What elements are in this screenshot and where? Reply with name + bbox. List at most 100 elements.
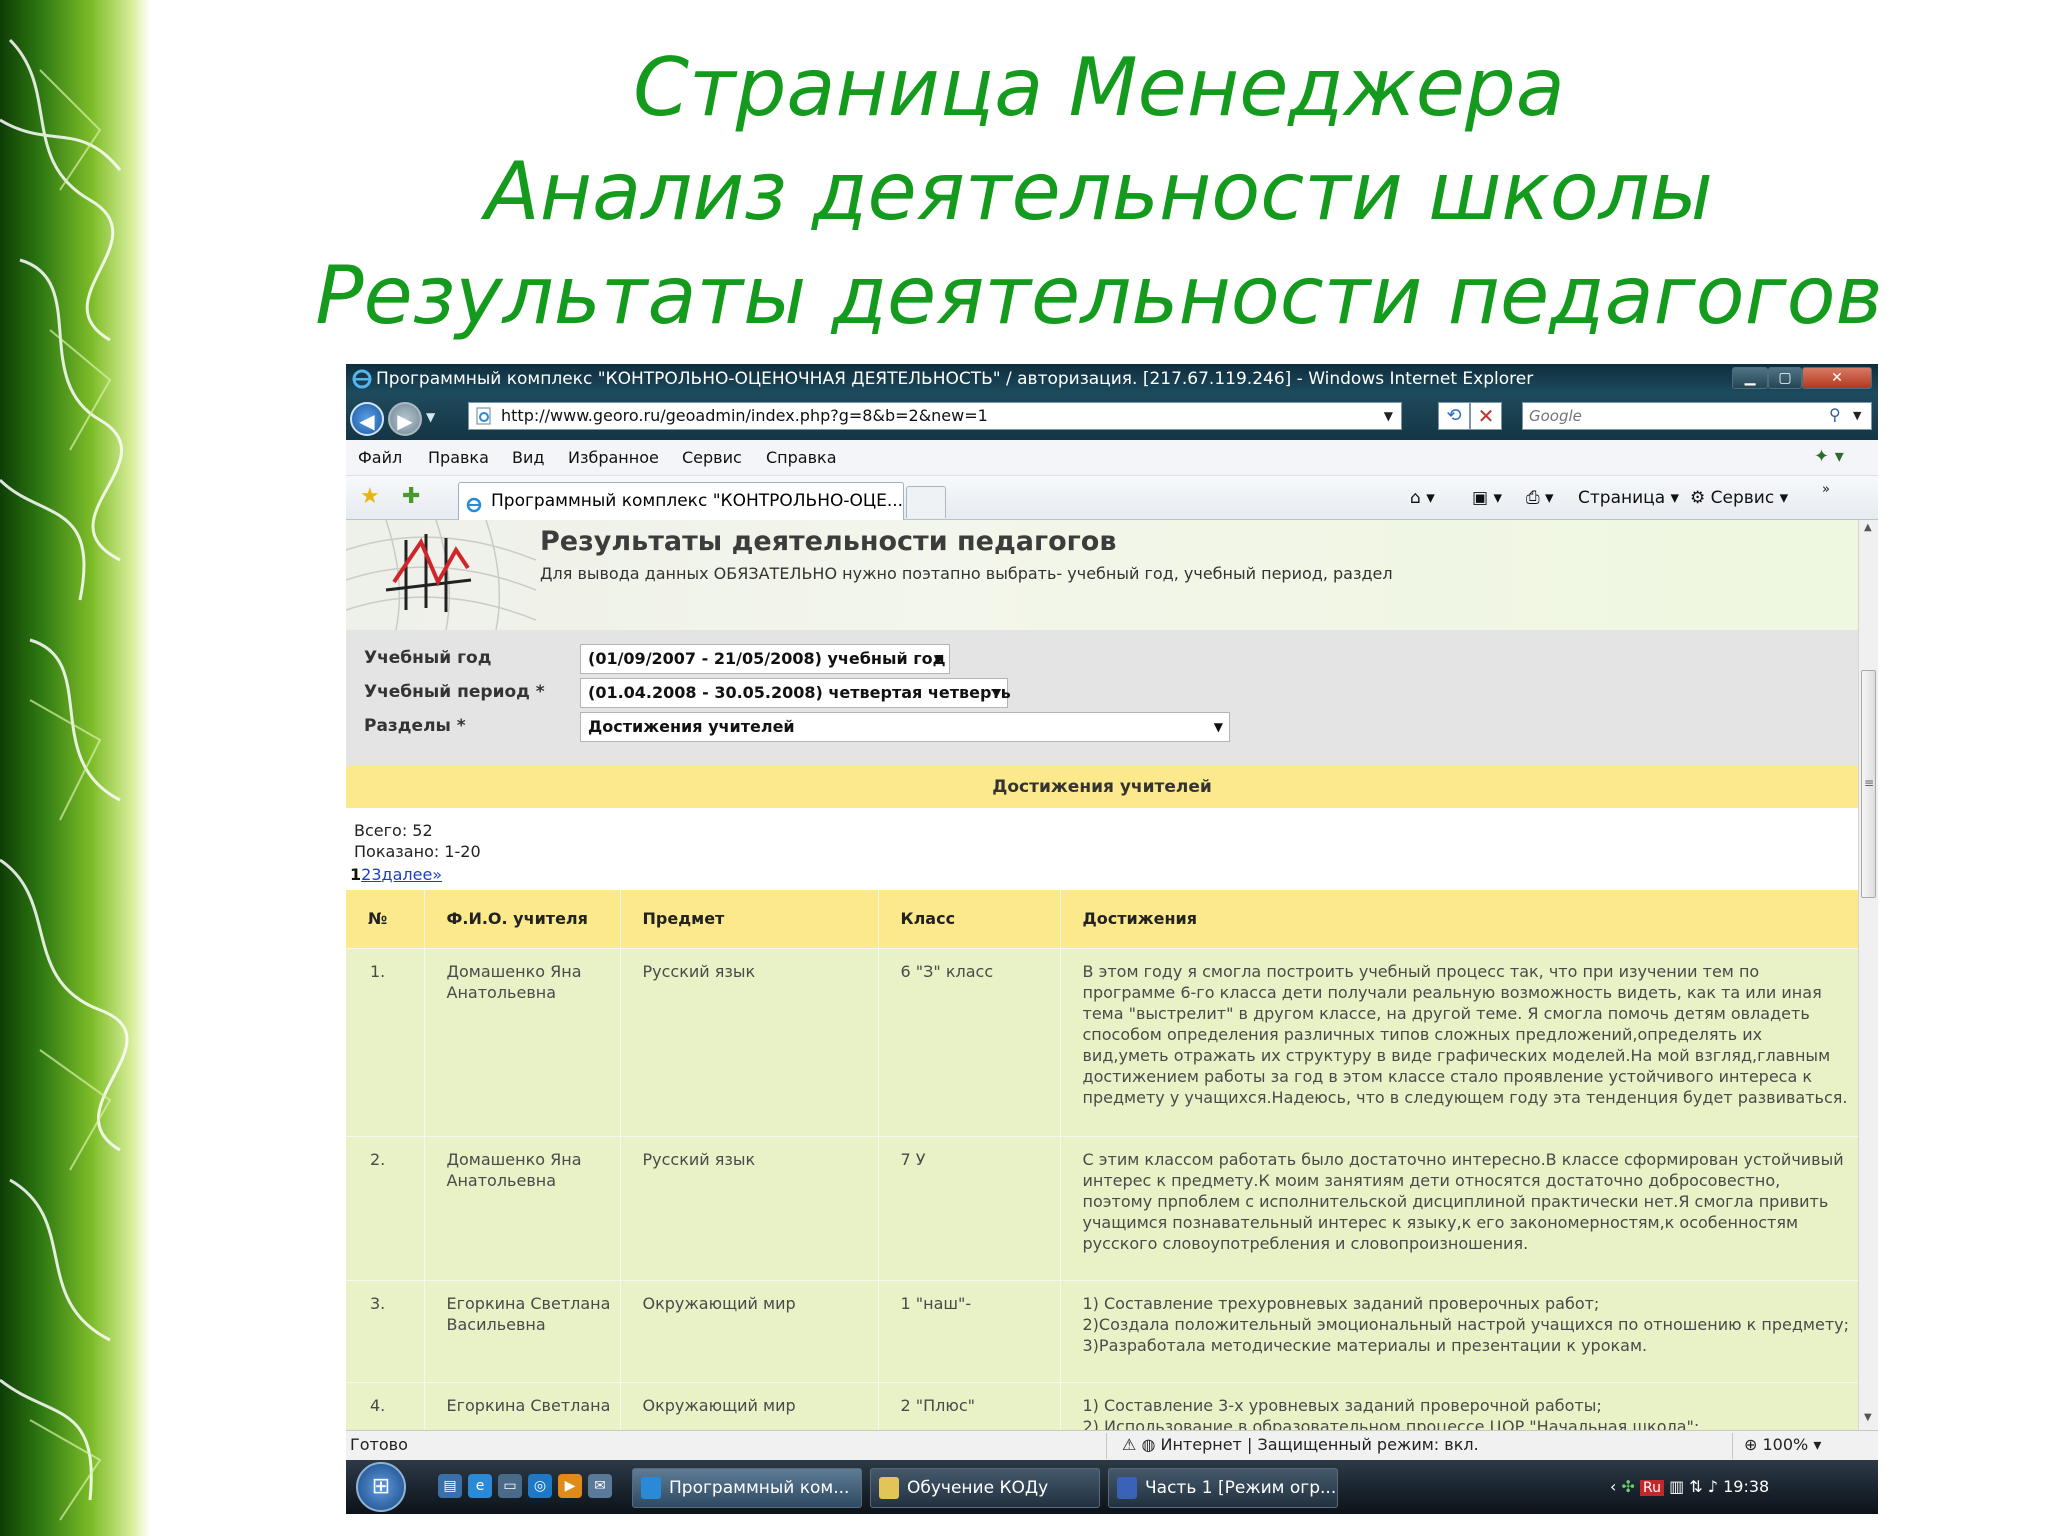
ie-quicklaunch-icon[interactable]: e [468, 1474, 492, 1498]
next-page-link[interactable]: далее» [382, 865, 443, 884]
status-text: Готово [350, 1435, 408, 1454]
section-select[interactable]: Достижения учителей ▼ [580, 712, 1230, 742]
window-title: Программный комплекс "КОНТРОЛЬНО-ОЦЕНОЧН… [376, 369, 1534, 389]
stop-button[interactable]: ✕ [1470, 402, 1502, 430]
tab-active[interactable]: Программный комплекс "КОНТРОЛЬНО-ОЦЕ... [458, 482, 904, 520]
scroll-down-icon[interactable]: ▼ [1864, 1412, 1872, 1423]
row-teacher: Домашенко Яна Анатольевна [424, 1135, 621, 1280]
column-header-num: № [346, 890, 425, 948]
page-content: Результаты деятельности педагогов Для вы… [346, 520, 1858, 1430]
forward-button[interactable]: ▶ [388, 402, 422, 436]
show-desktop-icon[interactable]: ▤ [438, 1474, 462, 1498]
minimize-button[interactable]: ▁ [1732, 367, 1768, 389]
search-dropdown-icon[interactable]: ▼ [1853, 409, 1861, 422]
close-button[interactable]: ✕ [1802, 367, 1872, 389]
row-achievements: В этом году я смогла построить учебный п… [1060, 947, 1858, 1136]
menu-tools[interactable]: Сервис [682, 440, 742, 476]
security-zone[interactable]: ⚠ ◍ Интернет | Защищенный режим: вкл. [1122, 1431, 1479, 1459]
menu-bar: Файл Правка Вид Избранное Сервис Справка… [346, 440, 1878, 476]
total-count: Всего: 52 [354, 821, 433, 840]
feeds-icon[interactable]: ▣ ▾ [1472, 484, 1502, 512]
translate-icon[interactable]: ✦ ▾ [1814, 446, 1844, 467]
refresh-button[interactable]: ⟲ [1438, 402, 1470, 430]
zoom-control[interactable]: ⊕ 100% ▾ [1744, 1431, 1821, 1459]
address-field[interactable]: http://www.georo.ru/geoadmin/index.php?g… [468, 402, 1402, 430]
add-favorite-icon[interactable]: ✚ [402, 484, 420, 509]
folder-icon [879, 1477, 899, 1499]
zone-label: Интернет | Защищенный режим: вкл. [1160, 1435, 1479, 1454]
achievements-table: № Ф.И.О. учителя Предмет Класс Достижени… [346, 890, 1858, 1430]
page-link-3[interactable]: 3 [371, 865, 381, 884]
row-subject: Русский язык [620, 947, 879, 1136]
table-row: 4. Егоркина Светлана Окружающий мир 2 "П… [346, 1381, 1858, 1430]
mail-icon[interactable]: ✉ [588, 1474, 612, 1498]
lock-warning-icon: ⚠ [1122, 1435, 1137, 1454]
menu-favorites[interactable]: Избранное [568, 440, 659, 476]
address-dropdown-icon[interactable]: ▼ [1384, 403, 1393, 429]
school-year-select[interactable]: (01/09/2007 - 21/05/2008) учебный год ▼ [580, 644, 950, 674]
filter-label-period: Учебный период * [364, 682, 545, 702]
school-year-value: (01/09/2007 - 21/05/2008) учебный год [588, 649, 946, 668]
menu-help[interactable]: Справка [766, 440, 837, 476]
print-icon[interactable]: ⎙ ▾ [1526, 484, 1554, 512]
pagination: 123далее» [350, 864, 442, 885]
new-tab-button[interactable] [906, 486, 946, 518]
row-num: 3. [346, 1279, 425, 1382]
tab-label: Программный комплекс "КОНТРОЛЬНО-ОЦЕ... [491, 491, 904, 511]
row-class: 7 У [878, 1135, 1061, 1280]
filter-label-year: Учебный год [364, 648, 492, 668]
filters-panel: Учебный год (01/09/2007 - 21/05/2008) уч… [346, 630, 1858, 766]
scroll-up-icon[interactable]: ▲ [1864, 522, 1872, 533]
menu-edit[interactable]: Правка [428, 440, 489, 476]
network-icon[interactable]: ⇅ [1689, 1477, 1702, 1496]
tray-app-icon[interactable]: ✣ [1622, 1477, 1635, 1496]
back-button[interactable]: ◀ [350, 402, 384, 436]
switch-windows-icon[interactable]: ▭ [498, 1474, 522, 1498]
row-achievements: С этим классом работать было достаточно … [1060, 1135, 1858, 1280]
taskbar-item-label: Часть 1 [Режим огр... [1145, 1478, 1337, 1498]
taskbar-item-word[interactable]: Часть 1 [Режим огр... [1108, 1468, 1338, 1508]
tray-expand-icon[interactable]: ‹ [1610, 1477, 1616, 1496]
row-class: 2 "Плюс" [878, 1381, 1061, 1430]
vertical-scrollbar[interactable]: ▲ ≡ ▼ [1858, 520, 1878, 1430]
page-menu-label: Страница [1578, 488, 1666, 508]
chevron-down-icon: ▼ [933, 652, 943, 666]
search-icon[interactable]: ⚲ [1829, 405, 1841, 424]
menu-view[interactable]: Вид [512, 440, 544, 476]
table-header-row: № Ф.И.О. учителя Предмет Класс Достижени… [346, 890, 1858, 948]
search-box[interactable]: ⚲ ▼ [1522, 402, 1872, 430]
status-bar: Готово ⚠ ◍ Интернет | Защищенный режим: … [346, 1430, 1878, 1460]
school-period-select[interactable]: (01.04.2008 - 30.05.2008) четвертая четв… [580, 678, 1011, 708]
more-chevron-icon[interactable]: » [1822, 476, 1830, 504]
taskbar: ⊞ ▤ e ▭ ◎ ▶ ✉ Программный ком... Обучени… [346, 1460, 1878, 1514]
chevron-down-icon: ▼ [1213, 720, 1223, 734]
media-player-icon[interactable]: ▶ [558, 1474, 582, 1498]
row-class: 6 "З" класс [878, 947, 1061, 1136]
page-header: Результаты деятельности педагогов Для вы… [346, 520, 1858, 630]
row-subject: Окружающий мир [620, 1279, 879, 1382]
tools-menu[interactable]: ⚙ Сервис ▾ [1690, 484, 1788, 512]
tab-row: ★ ✚ Программный комплекс "КОНТРОЛЬНО-ОЦЕ… [346, 476, 1878, 520]
table-row: 2. Домашенко Яна Анатольевна Русский язы… [346, 1135, 1858, 1280]
maximize-button[interactable]: ▢ [1768, 367, 1802, 389]
favorites-star-icon[interactable]: ★ [360, 484, 380, 509]
start-button[interactable]: ⊞ [356, 1462, 406, 1512]
page-menu[interactable]: Страница ▾ [1578, 484, 1679, 512]
history-dropdown-icon[interactable]: ▼ [426, 410, 435, 424]
column-header-teacher: Ф.И.О. учителя [424, 890, 621, 948]
taskbar-item-folder[interactable]: Обучение КОДу [870, 1468, 1100, 1508]
tray-monitor-icon[interactable]: ▥ [1669, 1477, 1684, 1496]
page-link-2[interactable]: 2 [361, 865, 371, 884]
clock[interactable]: 19:38 [1723, 1477, 1769, 1496]
outlook-icon[interactable]: ◎ [528, 1474, 552, 1498]
address-bar-row: ◀ ▶ ▼ http://www.georo.ru/geoadmin/index… [346, 394, 1878, 440]
menu-file[interactable]: Файл [358, 440, 402, 476]
zoom-icon: ⊕ [1744, 1435, 1758, 1454]
volume-icon[interactable]: ♪ [1708, 1477, 1718, 1496]
browser-window: Программный комплекс "КОНТРОЛЬНО-ОЦЕНОЧН… [346, 364, 1878, 1514]
language-icon[interactable]: Ru [1640, 1480, 1664, 1496]
column-header-subject: Предмет [620, 890, 879, 948]
search-input[interactable] [1529, 406, 1809, 426]
home-icon[interactable]: ⌂ ▾ [1410, 484, 1435, 512]
taskbar-item-browser[interactable]: Программный ком... [632, 1468, 862, 1508]
